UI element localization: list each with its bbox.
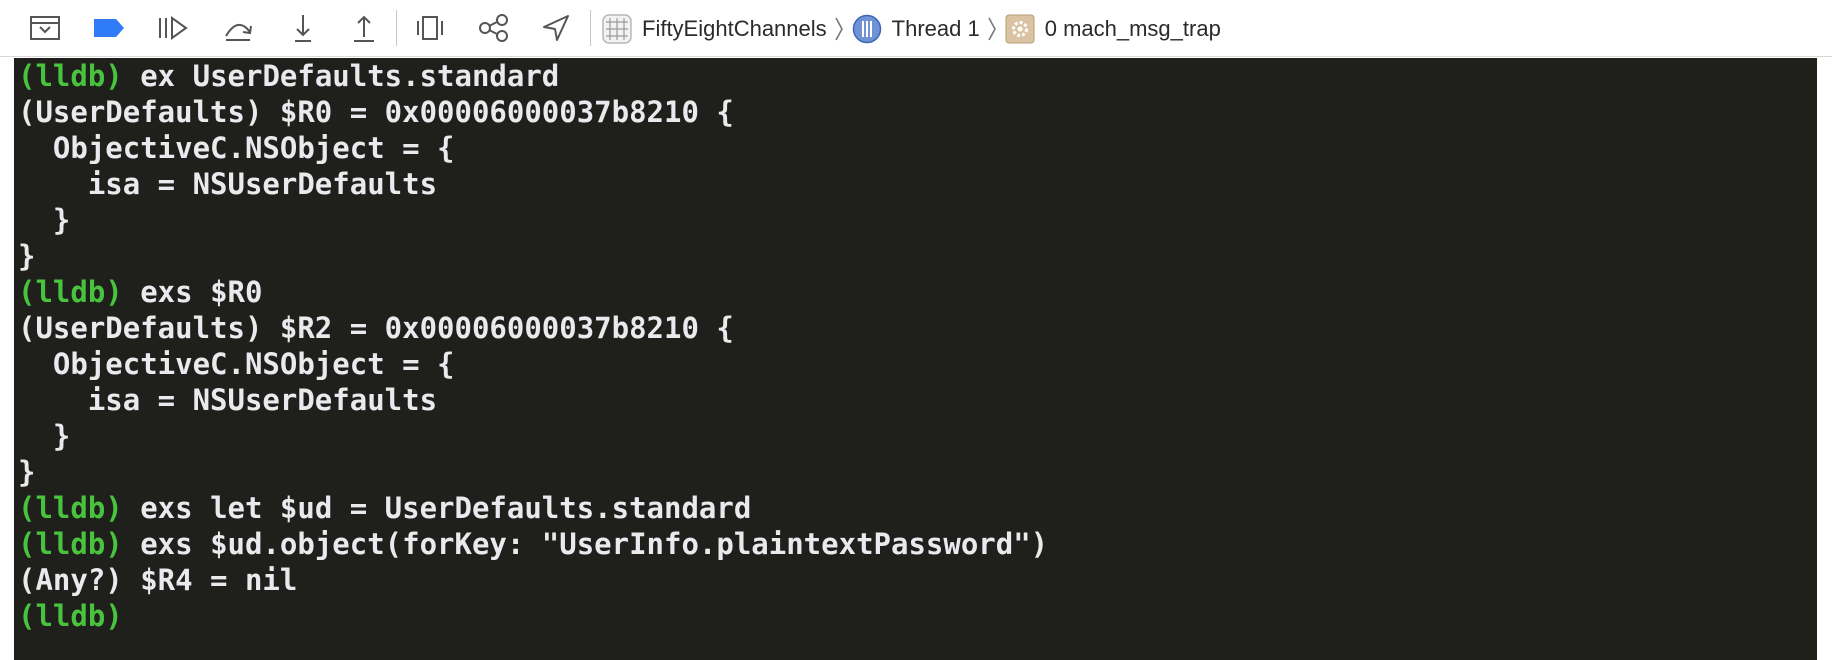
- memory-graph-button[interactable]: [474, 8, 514, 48]
- console-output-line: (UserDefaults) $R2 = 0x00006000037b8210 …: [18, 310, 1817, 346]
- lldb-console[interactable]: (lldb) ex UserDefaults.standard (UserDefa…: [14, 58, 1817, 660]
- breakpoint-icon: [92, 17, 126, 39]
- breadcrumb-thread[interactable]: Thread 1: [852, 9, 980, 49]
- console-output-text: isa = NSUserDefaults: [18, 167, 438, 201]
- console-output-text: ObjectiveC.NSObject = {: [18, 131, 455, 165]
- console-output-line: ObjectiveC.NSObject = {: [18, 346, 1817, 382]
- step-out-icon: [350, 13, 378, 43]
- toolbar-separator: [590, 10, 591, 46]
- console-output-line: isa = NSUserDefaults: [18, 166, 1817, 202]
- debug-bar: FiftyEightChannels Thread 1 0 mach_msg_t…: [0, 0, 1832, 57]
- console-output-line: }: [18, 238, 1817, 274]
- lldb-prompt: (lldb): [18, 59, 123, 93]
- app-icon: [602, 13, 632, 44]
- step-out-button[interactable]: [344, 8, 384, 48]
- gear-icon: [1005, 14, 1035, 44]
- console-output-text: }: [18, 203, 71, 237]
- step-over-button[interactable]: [218, 8, 258, 48]
- console-output-line: ObjectiveC.NSObject = {: [18, 130, 1817, 166]
- lldb-prompt: (lldb): [18, 599, 123, 633]
- console-command-text: exs $ud.object(forKey: "UserInfo.plainte…: [122, 527, 1049, 561]
- console-command-line: (lldb) exs $R0: [18, 274, 1817, 310]
- console-command-line: (lldb) exs let $ud = UserDefaults.standa…: [18, 490, 1817, 526]
- step-into-button[interactable]: [283, 8, 323, 48]
- breadcrumb-thread-label: Thread 1: [891, 15, 980, 41]
- step-into-icon: [289, 13, 317, 43]
- breadcrumb-frame-label: 0 mach_msg_trap: [1044, 15, 1221, 41]
- console-output-text: (UserDefaults) $R0 = 0x00006000037b8210 …: [18, 95, 734, 129]
- location-arrow-icon: [541, 13, 571, 43]
- console-command-line: (lldb): [18, 598, 1817, 634]
- console-output-line: }: [18, 418, 1817, 454]
- chevron-right-icon: [987, 16, 997, 42]
- console-output-line: }: [18, 202, 1817, 238]
- view-hierarchy-icon: [415, 13, 445, 43]
- xcode-debug-area: FiftyEightChannels Thread 1 0 mach_msg_t…: [0, 0, 1832, 660]
- breadcrumb: FiftyEightChannels Thread 1 0 mach_msg_t…: [602, 0, 1221, 57]
- console-output-text: }: [18, 455, 36, 489]
- view-hierarchy-button[interactable]: [410, 8, 450, 48]
- lldb-prompt: (lldb): [18, 527, 123, 561]
- continue-icon: [157, 15, 189, 41]
- toolbar-separator: [396, 10, 397, 46]
- console-scroll-edge: [1817, 58, 1832, 660]
- console-output-text: ObjectiveC.NSObject = {: [18, 347, 455, 381]
- console-command-text: exs $R0: [122, 275, 263, 309]
- step-over-icon: [222, 14, 254, 42]
- memory-graph-icon: [477, 13, 511, 43]
- console-output-line: (Any?) $R4 = nil: [18, 562, 1817, 598]
- console-output-text: (Any?) $R4 = nil: [18, 563, 298, 597]
- left-gutter: [0, 58, 14, 660]
- console-command-line: (lldb) exs $ud.object(forKey: "UserInfo.…: [18, 526, 1817, 562]
- console-command-line: (lldb) ex UserDefaults.standard: [18, 58, 1817, 94]
- lldb-prompt: (lldb): [18, 275, 123, 309]
- breakpoints-toggle-button[interactable]: [89, 8, 129, 48]
- chevron-right-icon: [834, 16, 844, 42]
- console-output-line: (UserDefaults) $R0 = 0x00006000037b8210 …: [18, 94, 1817, 130]
- breadcrumb-frame[interactable]: 0 mach_msg_trap: [1005, 9, 1221, 49]
- console-command-text: exs let $ud = UserDefaults.standard: [122, 491, 752, 525]
- console-output-text: }: [18, 239, 36, 273]
- hide-debug-area-button[interactable]: [25, 8, 65, 48]
- lldb-prompt: (lldb): [18, 491, 123, 525]
- console-output-text: (UserDefaults) $R2 = 0x00006000037b8210 …: [18, 311, 734, 345]
- console-output-text: isa = NSUserDefaults: [18, 383, 438, 417]
- breadcrumb-app[interactable]: FiftyEightChannels: [602, 9, 827, 49]
- console-output-text: }: [18, 419, 71, 453]
- console-output-line: }: [18, 454, 1817, 490]
- hide-debug-area-icon: [29, 15, 61, 41]
- continue-button[interactable]: [153, 8, 193, 48]
- thread-icon: [852, 14, 882, 44]
- console-output-line: isa = NSUserDefaults: [18, 382, 1817, 418]
- simulate-location-button[interactable]: [536, 8, 576, 48]
- console-command-text: ex UserDefaults.standard: [122, 59, 560, 93]
- breadcrumb-app-label: FiftyEightChannels: [642, 15, 827, 41]
